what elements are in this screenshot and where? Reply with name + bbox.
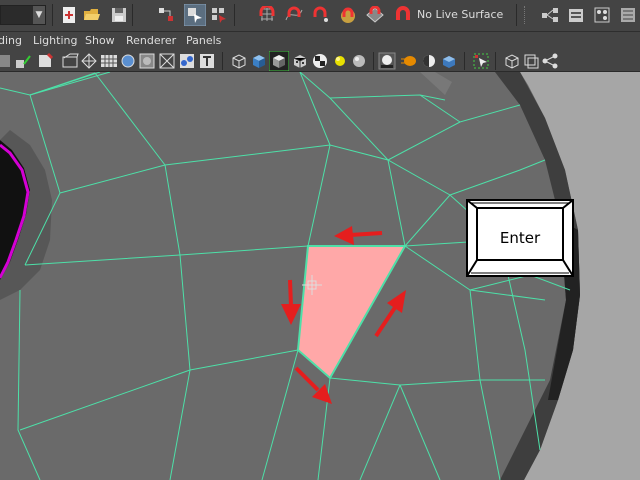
ambient-occlusion-icon[interactable] [378,52,396,70]
select-by-hierarchy-icon[interactable] [158,6,176,24]
snap-to-curves-icon[interactable] [285,6,303,24]
default-material-icon[interactable] [138,52,156,70]
shaded-cube-icon[interactable] [250,52,268,70]
menu-renderer[interactable]: Renderer [126,34,176,47]
checker-icon[interactable] [311,52,329,70]
use-all-lights-icon[interactable] [178,52,196,70]
xray-joints-icon[interactable] [522,52,540,70]
separator [234,4,235,26]
make-live-icon[interactable] [366,6,384,24]
panel-toolbar [0,51,640,72]
enter-key-overlay: Enter [466,199,574,277]
select-by-component-type-icon[interactable] [210,6,228,24]
wireframe-cube-icon[interactable] [230,52,248,70]
separator [373,52,374,70]
hypershade-icon[interactable] [593,6,611,24]
share-icon[interactable] [541,52,559,70]
grid-toggle-icon[interactable] [100,52,118,70]
image-plane-icon[interactable] [62,52,80,70]
render-settings-icon[interactable] [567,6,585,24]
open-scene-icon[interactable] [83,6,101,24]
panel-menu-bar: ding Lighting Show Renderer Panels [0,32,640,51]
perspective-viewport[interactable]: Enter [0,72,640,480]
toolbar-grip[interactable] [524,6,529,24]
snap-to-view-planes-icon[interactable] [339,6,357,24]
camera-select-icon[interactable] [0,52,12,70]
use-default-lighting-icon[interactable] [331,52,349,70]
wireframe-shading-icon[interactable] [80,52,98,70]
shadows-icon[interactable] [350,52,368,70]
live-surface-field[interactable]: No Live Surface [394,4,514,26]
menu-show[interactable]: Show [85,34,115,47]
menu-set-dropdown[interactable]: ▼ [0,5,46,25]
attribute-editor-icon[interactable] [619,6,637,24]
construction-history-icon[interactable] [541,6,559,24]
snap-to-points-icon[interactable] [312,6,330,24]
textured-icon[interactable] [198,52,216,70]
separator [52,4,53,26]
textured-cube-icon[interactable] [291,52,309,70]
camera-attributes-icon[interactable] [14,52,32,70]
menu-panels[interactable]: Panels [186,34,221,47]
new-scene-icon[interactable] [60,6,78,24]
bookmarks-icon[interactable] [36,52,54,70]
menu-lighting[interactable]: Lighting [33,34,77,47]
chevron-down-icon: ▼ [33,6,45,24]
magnet-icon [396,6,410,20]
save-scene-icon[interactable] [110,6,128,24]
xray-icon[interactable] [158,52,176,70]
status-line-toolbar: ▼ No Live Surface [0,0,640,32]
snap-to-grids-icon[interactable] [258,6,276,24]
isolate-select-icon[interactable] [472,52,490,70]
wireframe-on-shaded-icon[interactable] [269,51,289,71]
separator [132,4,133,26]
motion-blur-icon[interactable] [400,52,418,70]
multisample-antialiasing-icon[interactable] [420,52,438,70]
enter-key-label: Enter [499,229,541,247]
xray-active-components-icon[interactable] [503,52,521,70]
live-surface-label: No Live Surface [417,8,504,21]
smooth-shade-icon[interactable] [119,52,137,70]
depth-of-field-icon[interactable] [440,52,458,70]
menu-shading[interactable]: ding [0,34,22,47]
separator [464,52,465,70]
separator [495,52,496,70]
separator [222,52,223,70]
select-by-object-type-icon[interactable] [184,4,206,26]
separator [516,4,517,26]
